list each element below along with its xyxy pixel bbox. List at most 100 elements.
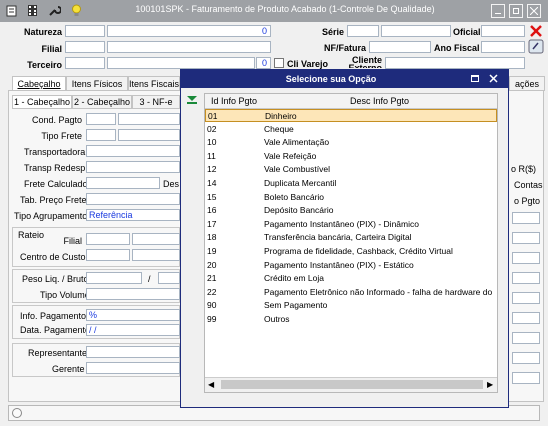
delete-x-icon[interactable] (529, 24, 543, 38)
data-pagamento-input[interactable]: / / (86, 324, 180, 336)
info-pagamento-label: Info. Pagamento (20, 311, 87, 321)
option-row[interactable]: 22 Pagamento Eletrônico não Informado - f… (205, 286, 497, 299)
attachment-icon[interactable] (528, 39, 544, 54)
right-input-1[interactable] (512, 212, 540, 224)
representante-input[interactable] (86, 346, 180, 358)
option-id: 15 (207, 191, 217, 202)
tab-cabecalho[interactable]: Cabeçalho (12, 76, 66, 91)
rateio-filial-code[interactable] (86, 233, 130, 245)
tipo-frete-code[interactable] (86, 129, 116, 141)
tab-preco-frete-input[interactable] (86, 193, 180, 205)
pgto-label: o Pgto (514, 196, 541, 206)
terceiro-number-input[interactable]: 0 (256, 57, 271, 69)
filial-desc-input[interactable] (107, 41, 271, 53)
option-row[interactable]: 19 Programa de fidelidade, Cashback, Créd… (205, 245, 497, 258)
dialog-maximize-icon[interactable] (471, 75, 479, 82)
option-desc: Depósito Bancário (264, 205, 334, 216)
serie-input[interactable] (347, 25, 379, 37)
info-pagamento-input[interactable]: % (86, 309, 180, 321)
tab-itens-fisicos[interactable]: Itens Físicos (66, 76, 128, 91)
option-row[interactable]: 18 Transferência bancária, Carteira Digit… (205, 231, 497, 244)
oficial-input[interactable] (481, 25, 525, 37)
nf-fatura-input[interactable] (369, 41, 431, 53)
wrench-icon[interactable] (48, 4, 61, 17)
lightbulb-icon[interactable] (70, 4, 83, 17)
rateio-filial-desc[interactable] (132, 233, 180, 245)
cond-pagto-desc[interactable] (118, 113, 180, 125)
option-row[interactable]: 20 Pagamento Instantâneo (PIX) - Estático (205, 259, 497, 272)
ano-fiscal-input[interactable] (481, 41, 525, 53)
serie-label: Série (321, 27, 344, 37)
option-row[interactable]: 17 Pagamento Instantâneo (PIX) - Dinâmico (205, 218, 497, 231)
serie-desc-input[interactable] (381, 25, 451, 37)
right-input-8[interactable] (512, 352, 540, 364)
oficial-label: Oficial (453, 27, 481, 37)
tipo-volume-label: Tipo Volume (40, 290, 90, 300)
cli-varejo-checkbox[interactable] (274, 58, 284, 68)
film-icon[interactable] (26, 4, 39, 17)
terceiro-desc-input[interactable] (107, 57, 255, 69)
scroll-left-icon[interactable]: ◀ (208, 380, 214, 389)
col-id-header[interactable]: Id Info Pgto (211, 96, 257, 106)
subtab-2-cabecalho[interactable]: 2 - Cabeçalho (72, 95, 132, 109)
option-row[interactable]: 02 Cheque (205, 123, 497, 136)
frete-calculado-input[interactable] (86, 177, 160, 189)
right-input-5[interactable] (512, 292, 540, 304)
data-pagamento-label: Data. Pagamento (20, 325, 91, 335)
edit-icon[interactable] (6, 4, 19, 17)
natureza-desc-input[interactable]: 0 (107, 25, 271, 37)
right-input-7[interactable] (512, 332, 540, 344)
minimize-button[interactable] (491, 4, 505, 18)
option-row[interactable]: 10 Vale Alimentação (205, 136, 497, 149)
filial-code-input[interactable] (65, 41, 105, 53)
horizontal-scrollbar[interactable]: ◀ ▶ (205, 377, 497, 392)
cond-pagto-code[interactable] (86, 113, 116, 125)
tab-label: Itens Fiscais (129, 79, 180, 89)
option-row[interactable]: 99 Outros (205, 313, 497, 326)
status-indicator (12, 408, 22, 418)
tab-itens-fiscais[interactable]: Itens Fiscais (128, 76, 180, 91)
right-input-6[interactable] (512, 312, 540, 324)
option-row[interactable]: 11 Vale Refeição (205, 150, 497, 163)
subtab-label: 1 - Cabeçalho (13, 97, 71, 107)
option-desc: Vale Alimentação (264, 137, 330, 148)
maximize-button[interactable] (509, 4, 523, 18)
subtab-1-cabecalho[interactable]: 1 - Cabeçalho (12, 95, 72, 109)
tipo-volume-input[interactable] (86, 288, 180, 300)
option-row[interactable]: 21 Crédito em Loja (205, 272, 497, 285)
centro-custo-code[interactable] (86, 249, 130, 261)
option-row[interactable]: 14 Duplicata Mercantil (205, 177, 497, 190)
option-row[interactable]: 90 Sem Pagamento (205, 299, 497, 312)
tipo-frete-desc[interactable] (118, 129, 180, 141)
natureza-code-input[interactable] (65, 25, 105, 37)
option-id: 02 (207, 123, 217, 134)
dialog-close-icon[interactable] (489, 74, 498, 83)
right-input-2[interactable] (512, 232, 540, 244)
right-input-4[interactable] (512, 272, 540, 284)
peso-bruto-input[interactable] (158, 272, 180, 284)
cliente-input[interactable] (385, 57, 525, 69)
scroll-thumb[interactable] (221, 380, 483, 389)
col-desc-header[interactable]: Desc Info Pgto (350, 96, 409, 106)
option-desc: Pagamento Eletrônico não Informado - fal… (264, 286, 494, 297)
terceiro-code-input[interactable] (65, 57, 105, 69)
subtab-3-nfe[interactable]: 3 - NF-e (132, 95, 180, 109)
right-input-9[interactable] (512, 372, 540, 384)
option-picker-dialog: Selecione sua Opção Id Info Pgto Desc In… (180, 69, 509, 408)
transportadora-input[interactable] (86, 145, 180, 157)
close-button[interactable] (527, 4, 541, 18)
tipo-agrupamento-select[interactable]: Referência (86, 209, 180, 221)
option-row[interactable]: 15 Boleto Bancário (205, 191, 497, 204)
option-row[interactable]: 16 Depósito Bancário (205, 204, 497, 217)
tab-acoes[interactable]: ações (509, 76, 545, 91)
transp-redesp-input[interactable] (86, 161, 180, 173)
centro-custo-desc[interactable] (132, 249, 180, 261)
option-row[interactable]: 01 Dinheiro (205, 109, 497, 122)
peso-liq-input[interactable] (86, 272, 142, 284)
gerente-input[interactable] (86, 362, 180, 374)
subtab-label: 2 - Cabeçalho (73, 97, 131, 107)
filter-down-icon[interactable] (186, 95, 198, 105)
option-row[interactable]: 12 Vale Combustível (205, 163, 497, 176)
scroll-right-icon[interactable]: ▶ (487, 380, 493, 389)
right-input-3[interactable] (512, 252, 540, 264)
